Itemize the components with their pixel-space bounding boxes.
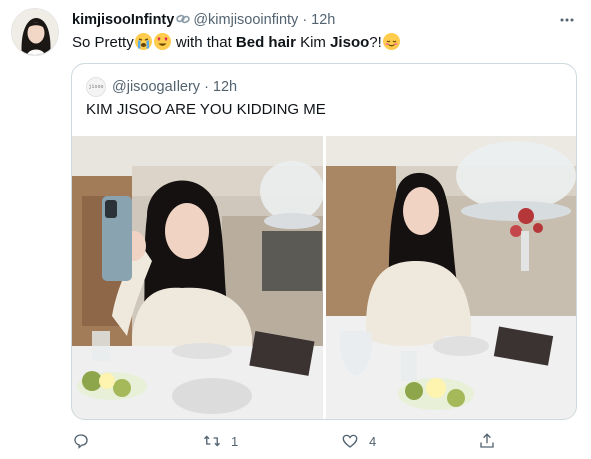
link-icon <box>176 13 191 28</box>
quoted-timestamp[interactable]: 12h <box>213 79 237 95</box>
avatar[interactable] <box>11 8 59 56</box>
reply-icon <box>74 434 88 449</box>
tweet-text-part: So Pretty <box>72 34 134 51</box>
avatar-image <box>12 9 58 55</box>
photo-seated-image <box>325 136 576 419</box>
tweet-text-bold: Bed hair <box>235 34 296 51</box>
like-icon <box>342 434 358 448</box>
reply-button[interactable] <box>72 432 100 450</box>
media-grid <box>72 136 576 419</box>
retweet-icon <box>204 435 220 447</box>
quoted-handle[interactable]: @jisoogaIlery <box>112 79 200 95</box>
quoted-tweet-header: jisoo @jisoogaIlery · 12h <box>86 77 237 97</box>
handle[interactable]: @kimjisooinfinty <box>193 12 298 28</box>
timestamp[interactable]: 12h <box>311 12 335 28</box>
tweet-text-part: Kim <box>295 34 331 51</box>
quoted-tweet[interactable]: jisoo @jisoogaIlery · 12h KIM JISOO ARE … <box>71 63 577 420</box>
more-button[interactable] <box>557 10 577 30</box>
photo-seated[interactable] <box>325 136 576 419</box>
tweet-header: kimjisooInfinty @kimjisooinfinty · 12h <box>72 10 561 30</box>
relieved-face-emoji-icon <box>382 33 400 50</box>
separator-dot: · <box>302 12 308 28</box>
tweet-text-part: with that <box>175 34 236 51</box>
crying-face-emoji-icon <box>134 33 152 50</box>
photo-selfie-image <box>72 136 323 419</box>
share-button[interactable] <box>478 432 496 450</box>
more-icon <box>560 18 574 22</box>
retweet-count: 1 <box>231 433 239 449</box>
quoted-tweet-text: KIM JISOO ARE YOU KIDDING ME <box>86 101 326 118</box>
display-name[interactable]: kimjisooInfinty <box>72 12 174 28</box>
tweet-text-part: ?! <box>369 34 382 51</box>
action-bar: 1 4 <box>72 426 522 456</box>
photo-selfie[interactable] <box>72 136 323 419</box>
share-icon <box>480 433 494 448</box>
like-button[interactable]: 4 <box>341 432 376 450</box>
retweet-button[interactable]: 1 <box>203 432 238 450</box>
like-count: 4 <box>369 433 377 449</box>
heart-eyes-emoji-icon <box>153 33 171 50</box>
quoted-avatar[interactable]: jisoo <box>86 77 106 97</box>
quoted-separator-dot: · <box>204 79 209 95</box>
tweet-text: So Pretty with that Bed hair Kim Jisoo?! <box>72 33 571 53</box>
tweet-text-bold: Jisoo <box>330 34 370 51</box>
